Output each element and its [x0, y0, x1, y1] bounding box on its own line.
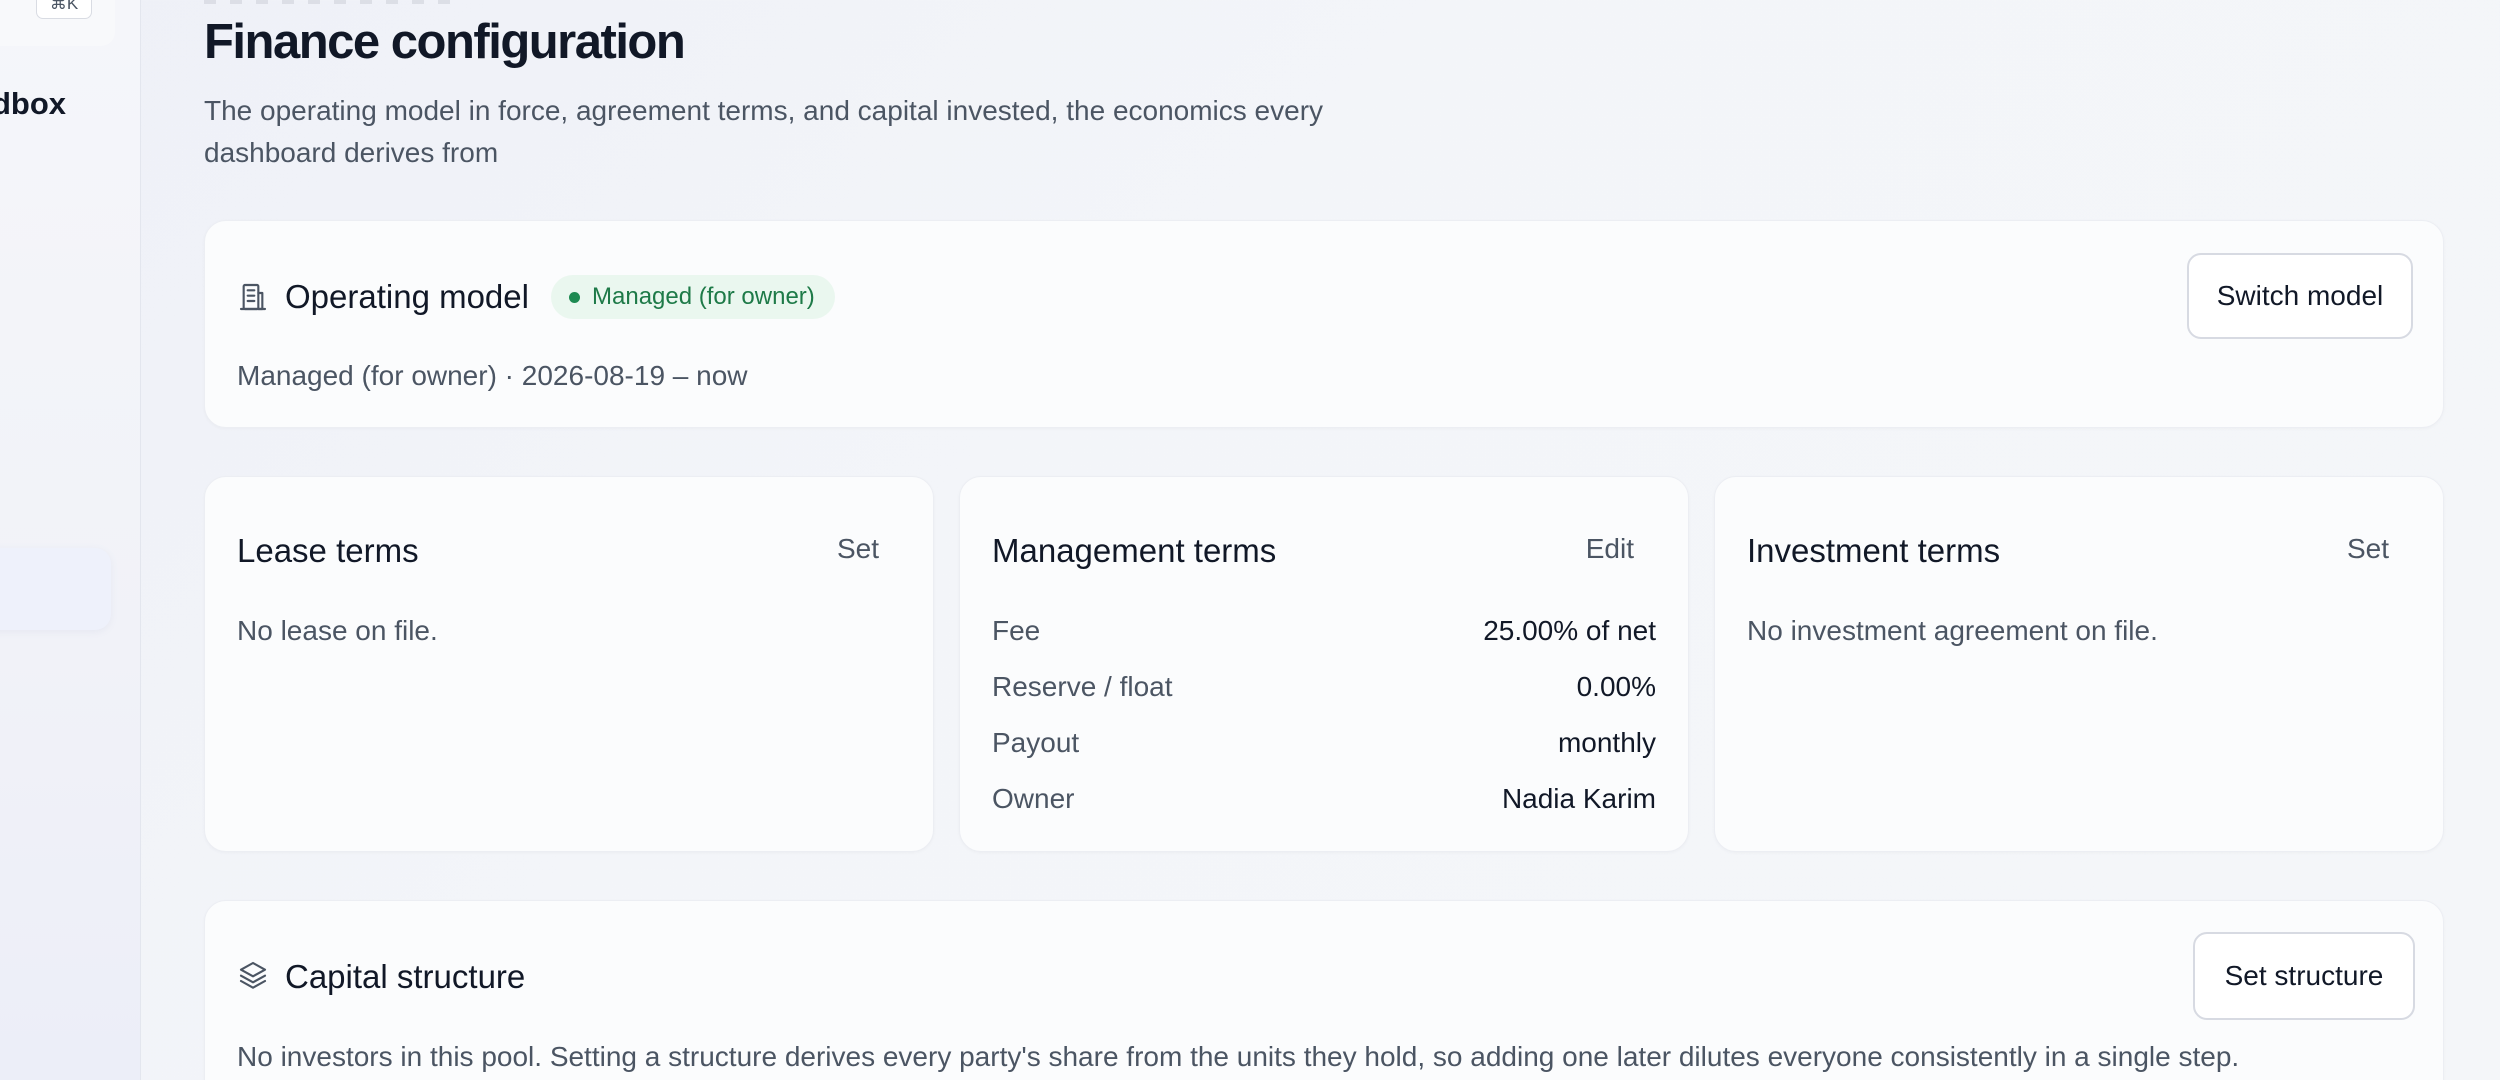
terms-row-value: 0.00%: [1576, 671, 1656, 702]
sidebar-item-active[interactable]: [0, 548, 111, 630]
breadcrumb: [204, 0, 454, 4]
workspace-name[interactable]: dbox: [0, 86, 66, 122]
capital-structure-card: Capital structure Set structure No inves…: [204, 900, 2444, 1080]
set-lease-terms-button[interactable]: Set: [837, 533, 879, 565]
building-icon: [237, 281, 269, 313]
operating-model-period: Managed (for owner) · 2026-08-19 – now: [237, 360, 748, 391]
status-badge: Managed (for owner): [551, 275, 835, 319]
terms-row-label: Owner: [992, 783, 1075, 814]
layers-icon: [237, 959, 269, 991]
management-terms-title: Management terms: [992, 532, 1277, 569]
page-title: Finance configuration: [204, 15, 686, 69]
terms-row-value: monthly: [1557, 727, 1656, 758]
operating-model-title: Operating model: [285, 278, 529, 315]
lease-terms-card: Lease terms Set No lease on file.: [204, 476, 934, 852]
terms-row-owner: Owner Nadia Karim: [992, 783, 1656, 823]
lease-terms-empty: No lease on file.: [237, 615, 438, 646]
management-terms-card: Management terms Edit Fee 25.00% of net …: [959, 476, 1689, 852]
status-badge-label: Managed (for owner): [592, 283, 815, 310]
terms-row-label: Payout: [992, 727, 1080, 758]
terms-row-value: 25.00% of net: [1483, 615, 1656, 646]
status-dot-icon: [569, 291, 580, 303]
terms-row-reserve: Reserve / float 0.00%: [992, 671, 1656, 711]
investment-terms-card: Investment terms Set No investment agree…: [1714, 476, 2444, 852]
lease-terms-title: Lease terms: [237, 532, 419, 569]
edit-management-terms-button[interactable]: Edit: [1586, 533, 1634, 565]
terms-row-payout: Payout monthly: [992, 727, 1656, 767]
operating-model-card: Operating model Managed (for owner) Swit…: [204, 220, 2444, 428]
shortcut-hint: ⌘K: [36, 0, 92, 19]
investment-terms-title: Investment terms: [1747, 532, 2001, 569]
set-investment-terms-button[interactable]: Set: [2347, 533, 2389, 565]
set-structure-button[interactable]: Set structure: [2193, 932, 2415, 1020]
terms-row-value: Nadia Karim: [1501, 783, 1656, 814]
switch-model-button[interactable]: Switch model: [2187, 253, 2413, 339]
terms-row-fee: Fee 25.00% of net: [992, 615, 1656, 655]
page-subtitle: The operating model in force, agreement …: [204, 95, 1324, 168]
investment-terms-empty: No investment agreement on file.: [1747, 615, 2158, 646]
sidebar: ⌘K dbox: [0, 0, 141, 1080]
capital-structure-title: Capital structure: [285, 958, 526, 995]
terms-row-label: Reserve / float: [992, 671, 1173, 702]
capital-structure-description: No investors in this pool. Setting a str…: [237, 1041, 2240, 1072]
terms-row-label: Fee: [992, 615, 1041, 646]
